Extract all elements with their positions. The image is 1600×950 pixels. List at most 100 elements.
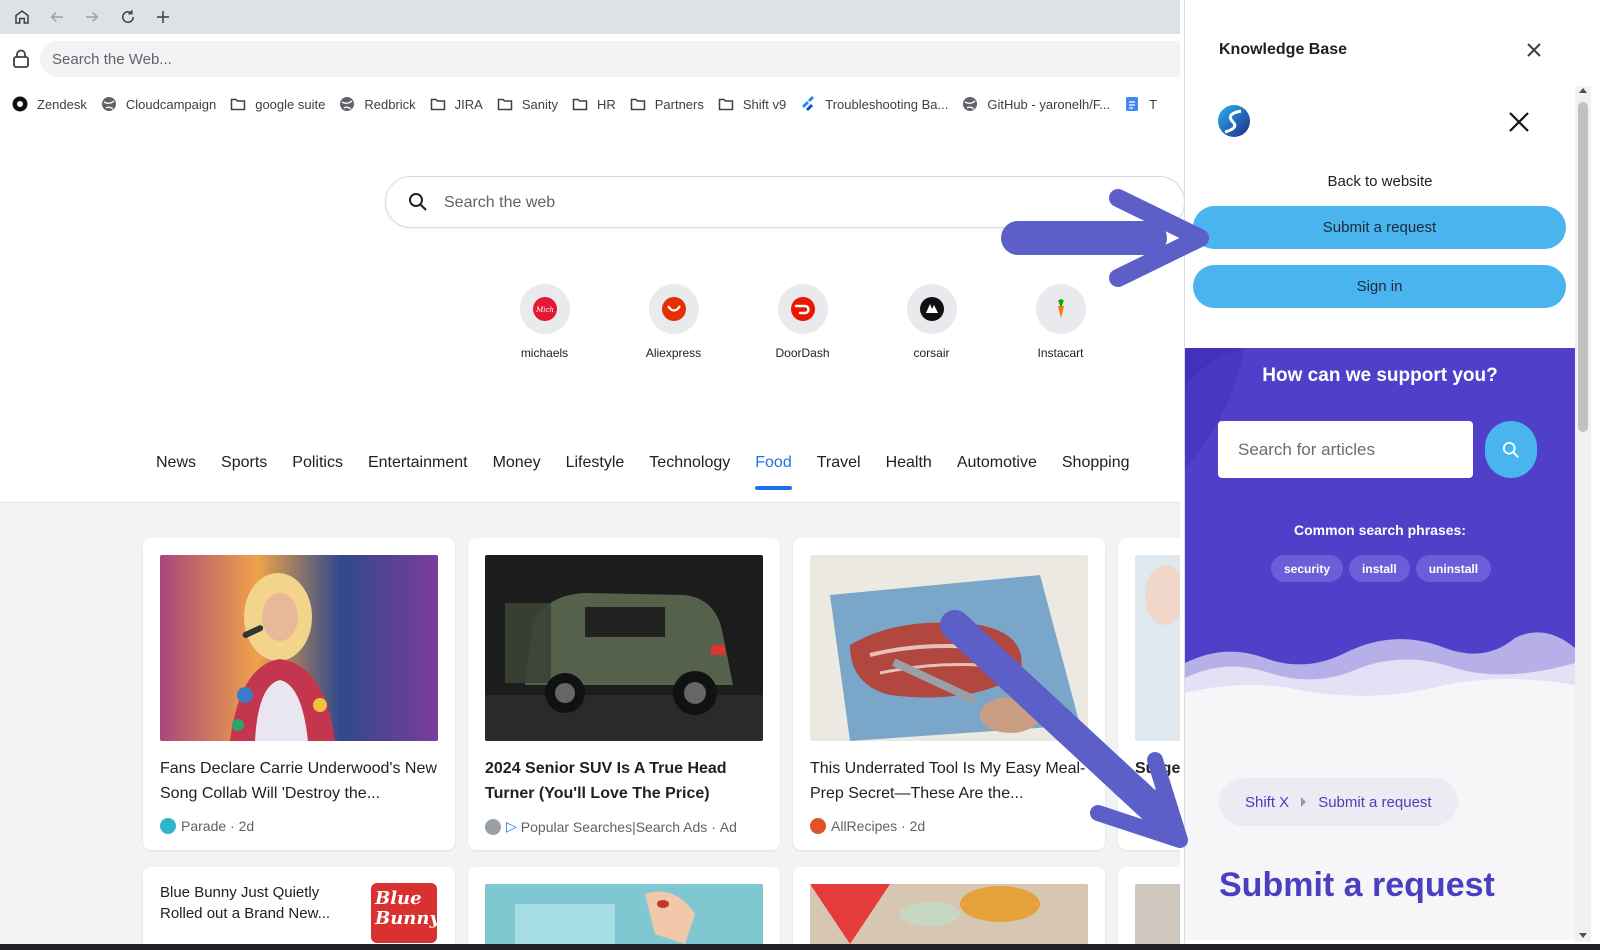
- globe-icon: [963, 97, 978, 111]
- search-icon: [409, 193, 427, 211]
- close-widget-icon[interactable]: [1507, 110, 1531, 134]
- tab-food[interactable]: Food: [755, 454, 793, 490]
- shift-logo-icon: [1218, 105, 1250, 137]
- tab-shopping[interactable]: Shopping: [1062, 454, 1130, 490]
- tab-news[interactable]: News: [156, 454, 196, 490]
- bookmark-label: Redbrick: [364, 96, 416, 112]
- news-card-ad[interactable]: 2024 Senior SUV Is A True Head Turner (Y…: [468, 538, 780, 850]
- search-phrase-chip[interactable]: uninstall: [1415, 555, 1492, 582]
- bookmark-item[interactable]: Redbrick: [339, 90, 423, 118]
- panel-title: Knowledge Base: [1219, 41, 1348, 58]
- tab-politics[interactable]: Politics: [292, 454, 343, 490]
- panel-scrollbar[interactable]: [1575, 86, 1591, 942]
- tab-sports[interactable]: Sports: [221, 454, 267, 490]
- folder-icon: [572, 98, 588, 111]
- news-card[interactable]: This Underrated Tool Is My Easy Meal-Pre…: [793, 538, 1105, 850]
- bookmark-item[interactable]: HR: [572, 90, 624, 118]
- home-button[interactable]: [10, 5, 34, 29]
- tab-travel[interactable]: Travel: [817, 454, 861, 490]
- michaels-icon: Mich: [532, 297, 557, 321]
- scroll-thumb[interactable]: [1578, 102, 1588, 432]
- shortcut-michaels[interactable]: Mich michaels: [480, 284, 609, 360]
- parade-icon: [160, 818, 176, 834]
- shortcut-doordash[interactable]: DoorDash: [738, 284, 867, 360]
- shortcut-aliexpress[interactable]: Aliexpress: [609, 284, 738, 360]
- scroll-down-icon[interactable]: [1579, 933, 1587, 938]
- news-card[interactable]: Fans Declare Carrie Underwood's New Song…: [143, 538, 455, 850]
- tab-automotive[interactable]: Automotive: [957, 454, 1037, 490]
- folder-icon: [718, 98, 734, 111]
- zendesk-icon: [12, 96, 28, 112]
- omnibox-input[interactable]: [40, 41, 1180, 77]
- close-icon[interactable]: [1524, 40, 1544, 60]
- bookmarks-bar: Zendesk Cloudcampaign google suite Redbrick…: [0, 84, 1180, 124]
- chevron-right-icon: [1301, 797, 1307, 807]
- shortcut-corsair[interactable]: corsair: [867, 284, 996, 360]
- bookmark-item[interactable]: JIRA: [430, 90, 491, 118]
- bookmark-label: T: [1149, 96, 1158, 112]
- tab-entertainment[interactable]: Entertainment: [368, 454, 468, 490]
- reload-button[interactable]: [116, 5, 140, 29]
- web-search-input[interactable]: [444, 189, 1044, 217]
- web-search-box[interactable]: [385, 176, 1185, 228]
- news-card[interactable]: Blue Bunny Just Quietly Rolled out a Bra…: [143, 867, 455, 950]
- bookmark-item[interactable]: Troubleshooting Ba...: [800, 90, 956, 118]
- submit-request-button[interactable]: Submit a request: [1193, 206, 1566, 249]
- sign-in-button[interactable]: Sign in: [1193, 265, 1566, 308]
- tab-health[interactable]: Health: [886, 454, 932, 490]
- bookmark-item[interactable]: Sanity: [497, 90, 566, 118]
- back-button[interactable]: [45, 5, 69, 29]
- breadcrumb-shift-x[interactable]: Shift X: [1245, 794, 1289, 811]
- adchoices-icon[interactable]: ▷: [506, 818, 517, 835]
- arrow-left-icon: [50, 11, 63, 23]
- tab-lifestyle[interactable]: Lifestyle: [566, 454, 625, 490]
- svg-text:Mich: Mich: [535, 306, 554, 314]
- news-card[interactable]: [793, 867, 1105, 950]
- knowledge-base-panel: Knowledge Base Back to website Submit a …: [1184, 0, 1600, 950]
- globe-icon: [101, 97, 116, 111]
- tab-technology[interactable]: Technology: [649, 454, 730, 490]
- ad-icon: [485, 818, 501, 835]
- forward-button[interactable]: [80, 5, 104, 29]
- new-tab-page: Mich michaels Aliexpress DoorDash corsai…: [0, 124, 1185, 950]
- address-bar: [0, 34, 1180, 84]
- new-tab-button[interactable]: [151, 5, 175, 29]
- wave-decoration: [1185, 632, 1575, 708]
- lock-icon: [13, 49, 29, 68]
- doordash-icon: [790, 297, 815, 321]
- article-search-button[interactable]: [1485, 421, 1537, 478]
- shortcut-instacart[interactable]: Instacart: [996, 284, 1125, 360]
- bookmark-item[interactable]: T: [1124, 90, 1165, 118]
- bookmark-label: Shift v9: [742, 96, 787, 112]
- bookmark-item[interactable]: GitHub - yaronelh/F...: [962, 90, 1118, 118]
- blue-bunny-logo: Blue Bunny: [371, 883, 440, 943]
- tab-money[interactable]: Money: [493, 454, 541, 490]
- news-card[interactable]: [468, 867, 780, 950]
- card-image-illustration: [485, 884, 763, 950]
- breadcrumb-submit-request[interactable]: Submit a request: [1318, 794, 1431, 811]
- card-image-food-bowls: [810, 884, 1088, 950]
- folder-icon: [230, 98, 246, 111]
- bookmark-item[interactable]: Cloudcampaign: [101, 90, 224, 118]
- back-to-website-link[interactable]: Back to website: [1185, 173, 1575, 190]
- news-card-partial[interactable]: Surge Sigh: [1118, 538, 1180, 850]
- bookmark-item[interactable]: Shift v9: [718, 90, 794, 118]
- page-heading: Submit a request: [1219, 866, 1495, 904]
- search-icon: [1502, 441, 1519, 458]
- bookmark-label: Partners: [654, 96, 704, 112]
- bookmark-label: JIRA: [454, 96, 483, 112]
- bookmark-label: HR: [596, 96, 616, 112]
- bookmark-item[interactable]: Zendesk: [12, 90, 95, 118]
- search-phrase-chip[interactable]: install: [1349, 555, 1410, 582]
- bookmark-item[interactable]: google suite: [230, 90, 333, 118]
- scroll-up-icon[interactable]: [1579, 88, 1587, 93]
- article-search-input[interactable]: [1218, 421, 1473, 478]
- arrow-right-icon: [86, 11, 99, 23]
- globe-icon: [340, 97, 355, 111]
- window-bottom-edge: [0, 944, 1600, 950]
- news-card-partial[interactable]: [1118, 867, 1180, 950]
- search-phrase-chip[interactable]: security: [1271, 555, 1344, 582]
- bookmark-label: Cloudcampaign: [125, 96, 217, 112]
- card-image-suv: [485, 555, 763, 741]
- bookmark-item[interactable]: Partners: [630, 90, 712, 118]
